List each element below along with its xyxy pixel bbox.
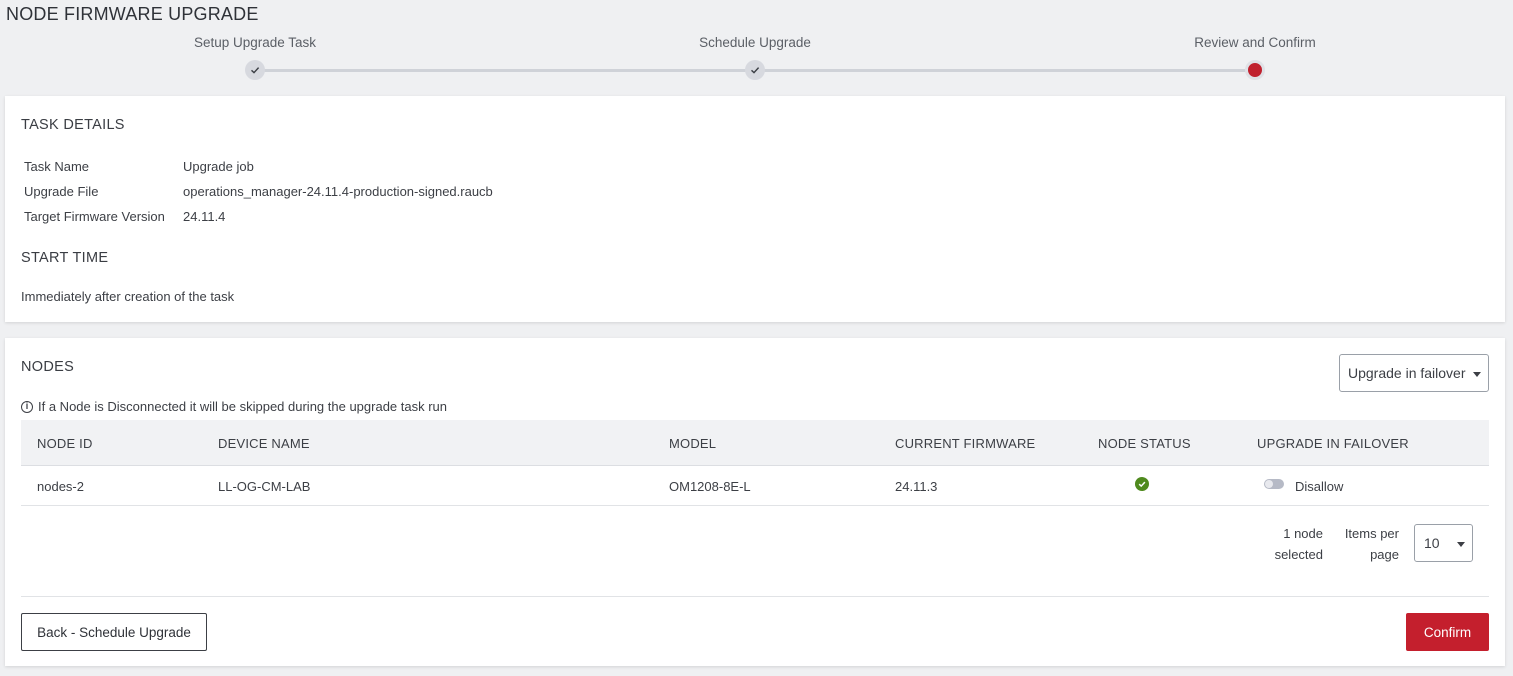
caret-down-icon	[1457, 542, 1465, 547]
failover-dropdown[interactable]: Upgrade in failover	[1339, 354, 1489, 392]
column-header-upgrade-in-failover[interactable]: UPGRADE IN FAILOVER	[1257, 436, 1409, 451]
current-firmware-cell: 24.11.3	[895, 479, 938, 494]
items-per-page-select[interactable]: 10	[1414, 524, 1473, 562]
task-name-label: Task Name	[24, 159, 90, 174]
nodes-table-header: NODE ID DEVICE NAME MODEL CURRENT FIRMWA…	[21, 420, 1489, 466]
confirm-button[interactable]: Confirm	[1406, 613, 1489, 651]
step-dot-schedule[interactable]	[745, 60, 765, 80]
failover-toggle[interactable]	[1264, 479, 1284, 489]
step-label-setup: Setup Upgrade Task	[193, 35, 317, 50]
items-per-page-line1: Items per	[1344, 526, 1399, 541]
task-details-card: TASK DETAILS Task Name Upgrade job Upgra…	[5, 96, 1505, 322]
failover-dropdown-value: Upgrade in failover	[1348, 365, 1466, 381]
back-schedule-upgrade-button[interactable]: Back - Schedule Upgrade	[21, 613, 207, 651]
progress-stepper: Setup Upgrade Task Schedule Upgrade Revi…	[0, 0, 1513, 96]
connected-status-icon	[1135, 477, 1149, 491]
column-header-device-name[interactable]: DEVICE NAME	[218, 436, 310, 451]
info-text: If a Node is Disconnected it will be ski…	[38, 399, 448, 414]
target-firmware-value: 24.11.4	[183, 209, 226, 224]
target-firmware-label: Target Firmware Version	[24, 209, 165, 224]
toggle-knob	[1265, 480, 1273, 488]
step-label-review: Review and Confirm	[1194, 35, 1316, 50]
selected-count-line2: selected	[1274, 547, 1323, 562]
nodes-card: NODES Upgrade in failover i If a Node is…	[5, 338, 1505, 666]
task-name-value: Upgrade job	[183, 159, 254, 174]
failover-toggle-label: Disallow	[1295, 479, 1344, 494]
step-dot-setup[interactable]	[245, 60, 265, 80]
check-icon	[751, 67, 760, 74]
device-name-cell: LL-OG-CM-LAB	[218, 479, 311, 494]
caret-down-icon	[1473, 372, 1481, 377]
task-details-title: TASK DETAILS	[21, 117, 125, 133]
selected-count: 1 node selected	[1245, 523, 1323, 565]
column-header-current-firmware[interactable]: CURRENT FIRMWARE	[895, 436, 1035, 451]
upgrade-file-label: Upgrade File	[24, 184, 99, 199]
node-id-cell: nodes-2	[37, 479, 84, 494]
items-per-page-line2: page	[1370, 547, 1399, 562]
selected-count-line1: 1 node	[1283, 526, 1323, 541]
disconnected-info: i If a Node is Disconnected it will be s…	[21, 399, 447, 414]
column-header-model[interactable]: MODEL	[669, 436, 716, 451]
column-header-node-status[interactable]: NODE STATUS	[1098, 436, 1191, 451]
footer-divider	[21, 596, 1489, 597]
model-cell: OM1208-8E-L	[669, 479, 751, 494]
step-label-schedule: Schedule Upgrade	[699, 35, 811, 50]
step-dot-review	[1245, 60, 1265, 80]
start-time-title: START TIME	[21, 250, 109, 266]
nodes-title: NODES	[21, 359, 75, 375]
check-icon	[1138, 481, 1146, 488]
items-per-page-value: 10	[1424, 535, 1440, 551]
table-row: nodes-2 LL-OG-CM-LAB OM1208-8E-L 24.11.3…	[21, 466, 1489, 506]
check-icon	[251, 67, 260, 74]
items-per-page-label: Items per page	[1331, 523, 1399, 565]
column-header-node-id[interactable]: NODE ID	[37, 436, 93, 451]
info-icon: i	[21, 400, 33, 413]
start-time-value: Immediately after creation of the task	[21, 289, 235, 304]
upgrade-file-value: operations_manager-24.11.4-production-si…	[183, 184, 493, 199]
